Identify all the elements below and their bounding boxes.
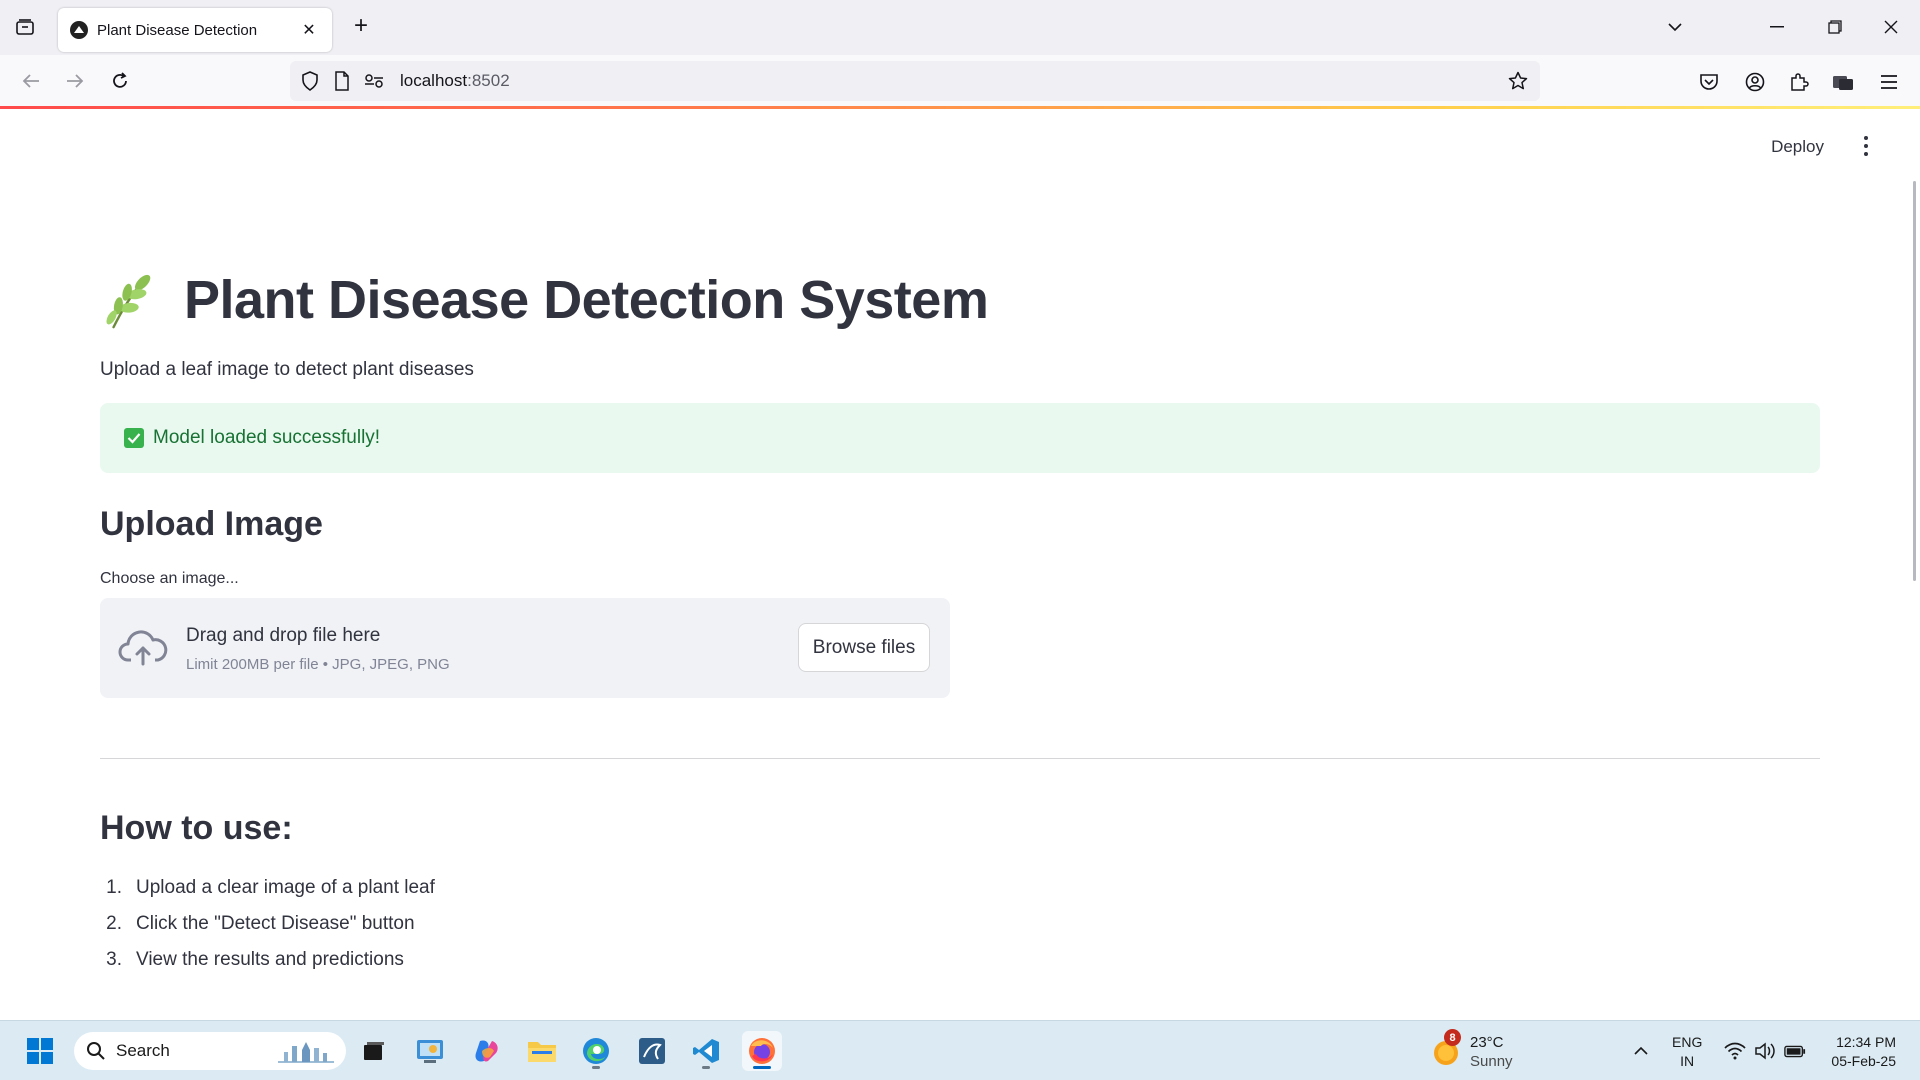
title-row: Plant Disease Detection System — [100, 269, 1820, 331]
clock-time: 12:34 PM — [1836, 1034, 1896, 1050]
page-title: Plant Disease Detection System — [184, 270, 989, 330]
search-highlight-skyline-icon — [278, 1042, 334, 1063]
battery-charging-icon[interactable] — [1784, 1041, 1806, 1061]
main-content: Plant Disease Detection System Upload a … — [100, 269, 1820, 978]
copilot-app-icon[interactable] — [466, 1031, 506, 1071]
reload-icon[interactable] — [105, 66, 135, 96]
navigation-toolbar: localhost:8502 — [0, 55, 1920, 107]
upload-heading: Upload Image — [100, 505, 323, 543]
page-scrollbar[interactable] — [1913, 181, 1916, 581]
file-explorer-icon[interactable] — [522, 1031, 562, 1071]
list-item: 3. View the results and predictions — [106, 949, 404, 970]
browse-files-button[interactable]: Browse files — [798, 623, 930, 672]
close-window-icon[interactable] — [1876, 12, 1906, 42]
list-item: 2. Click the "Detect Disease" button — [106, 913, 415, 934]
leaf-icon — [106, 274, 151, 329]
list-item: 1. Upload a clear image of a plant leaf — [106, 877, 435, 898]
divider — [100, 758, 1820, 759]
tab-bar: Plant Disease Detection ✕ + — [0, 0, 1920, 55]
tab-title: Plant Disease Detection — [97, 21, 258, 39]
new-tab-icon[interactable]: + — [348, 14, 374, 40]
container-tabs-icon[interactable] — [1830, 69, 1856, 95]
edge-browser-icon[interactable] — [576, 1031, 616, 1071]
speaker-volume-icon[interactable] — [1754, 1041, 1776, 1061]
check-mark-icon — [124, 428, 144, 448]
main-menu-kebab-icon[interactable] — [1856, 133, 1876, 159]
extensions-icon[interactable] — [1786, 69, 1812, 95]
account-icon[interactable] — [1742, 69, 1768, 95]
weather-temperature: 23°C — [1470, 1034, 1504, 1051]
url-bar[interactable]: localhost:8502 — [290, 61, 1540, 101]
running-indicator — [702, 1066, 710, 1069]
streamlit-favicon-icon — [70, 21, 88, 39]
search-icon — [87, 1042, 105, 1060]
howto-steps: 1. Upload a clear image of a plant leaf 2… — [100, 870, 1820, 978]
windows-taskbar: Search 8 23°C Sunny ENG IN 12:34 PM 05-F… — [0, 1020, 1920, 1080]
deploy-button[interactable]: Deploy — [1761, 131, 1834, 163]
minimize-icon[interactable] — [1762, 12, 1792, 42]
system-clock[interactable]: 12:34 PM 05-Feb-25 — [1831, 1033, 1896, 1071]
tab-list-icon[interactable] — [12, 14, 38, 40]
url-text[interactable]: localhost:8502 — [400, 71, 510, 91]
running-indicator — [592, 1066, 600, 1069]
wifi-icon[interactable] — [1724, 1041, 1746, 1061]
app-menu-hamburger-icon[interactable] — [1876, 69, 1902, 95]
show-hidden-icons-chevron-icon[interactable] — [1630, 1041, 1652, 1061]
uploader-label: Choose an image... — [100, 570, 239, 587]
page-subtitle: Upload a leaf image to detect plant dise… — [100, 359, 474, 380]
bookmark-star-icon[interactable] — [1506, 69, 1530, 93]
search-placeholder: Search — [116, 1041, 170, 1060]
notification-badge: 8 — [1444, 1029, 1461, 1046]
success-alert: Model loaded successfully! — [100, 403, 1820, 473]
forward-icon[interactable] — [60, 66, 90, 96]
windows-start-icon[interactable] — [20, 1031, 60, 1071]
weather-widget[interactable]: 8 23°C Sunny — [1430, 1029, 1540, 1071]
mysql-workbench-app-icon[interactable] — [632, 1031, 672, 1071]
tab-close-icon[interactable]: ✕ — [298, 19, 320, 41]
dropzone-limits: Limit 200MB per file • JPG, JPEG, PNG — [186, 656, 450, 673]
tracking-protection-shield-icon[interactable] — [298, 69, 322, 93]
cloud-upload-icon — [118, 630, 168, 666]
howto-heading: How to use: — [100, 809, 293, 847]
input-language-indicator[interactable]: ENG IN — [1672, 1033, 1702, 1071]
browser-tab[interactable]: Plant Disease Detection ✕ — [58, 8, 332, 52]
taskbar-search[interactable]: Search — [74, 1032, 346, 1070]
firefox-app-icon[interactable] — [742, 1031, 782, 1071]
active-indicator — [753, 1066, 771, 1069]
back-icon[interactable] — [16, 66, 46, 96]
weather-description: Sunny — [1470, 1053, 1513, 1070]
control-panel-app-icon[interactable] — [410, 1031, 450, 1071]
app-page: Deploy Plant Disease Detection System Up… — [0, 109, 1920, 1020]
site-permissions-icon[interactable] — [362, 69, 386, 93]
tab-overflow-chevron-icon[interactable] — [1660, 12, 1690, 42]
task-view-icon[interactable] — [354, 1031, 394, 1071]
clock-date: 05-Feb-25 — [1831, 1053, 1896, 1069]
restore-icon[interactable] — [1820, 12, 1850, 42]
success-message: Model loaded successfully! — [153, 427, 381, 448]
dropzone-instructions: Drag and drop file here — [186, 625, 381, 646]
vscode-app-icon[interactable] — [686, 1031, 726, 1071]
page-icon[interactable] — [330, 69, 354, 93]
file-dropzone[interactable]: Drag and drop file here Limit 200MB per … — [100, 598, 950, 698]
pocket-icon[interactable] — [1696, 69, 1722, 95]
